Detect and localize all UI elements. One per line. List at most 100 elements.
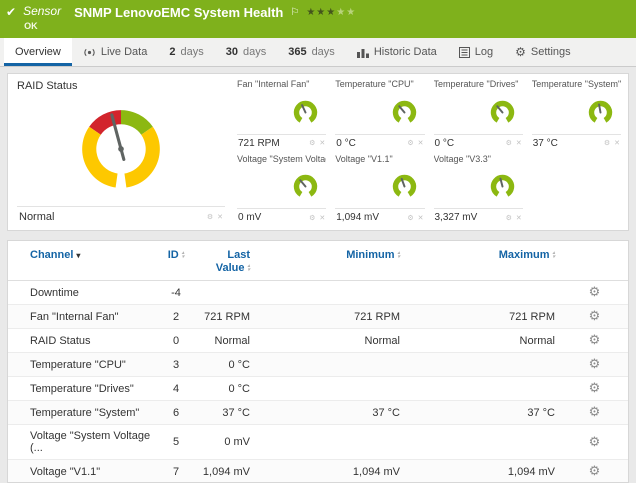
channel-last-value: 0 mV (194, 425, 256, 460)
col-header-minimum[interactable]: Minimum▴▾ (256, 241, 406, 281)
priority-rating[interactable]: ★★★★★ (306, 6, 356, 19)
gear-icon[interactable]: ⚙ (407, 139, 413, 147)
table-row-downtime[interactable]: Downtime -4 ⚙ (8, 281, 628, 305)
channel-settings-gear-icon[interactable]: ⚙ (589, 308, 601, 323)
gauge-title: Voltage "V3.3" (434, 154, 523, 166)
close-icon[interactable]: ✕ (418, 139, 424, 147)
table-row-temp-drives[interactable]: Temperature "Drives" 4 0 °C ⚙ (8, 377, 628, 401)
gear-icon[interactable]: ⚙ (207, 213, 213, 221)
close-icon[interactable]: ✕ (217, 213, 223, 221)
table-row-fan-internal[interactable]: Fan "Internal Fan" 2 721 RPM 721 RPM 721… (8, 305, 628, 329)
gauge-panel-temp-cpu[interactable]: Temperature "CPU" 0 °C ⚙✕ (335, 79, 424, 149)
col-header-maximum[interactable]: Maximum▴▾ (406, 241, 561, 281)
channel-minimum (256, 353, 406, 377)
raid-status-value: Normal (19, 211, 54, 223)
channel-last-value: 1,094 mV (194, 460, 256, 483)
gauge-dial (292, 99, 319, 126)
channel-id: 5 (158, 425, 194, 460)
table-row-raid-status[interactable]: RAID Status 0 Normal Normal Normal ⚙ (8, 329, 628, 353)
gauge-panel-temp-system[interactable]: Temperature "System" 37 °C ⚙✕ (532, 79, 621, 149)
tab-2-days-word: days (180, 46, 203, 58)
sort-icon: ▴▾ (397, 251, 400, 259)
tab-historic-data[interactable]: Historic Data (346, 38, 448, 66)
table-header-row: Channel▾ ID▴▾ Last Value▴▾ Minimum▴▾ Max… (8, 241, 628, 281)
table-row-temp-system[interactable]: Temperature "System" 6 37 °C 37 °C 37 °C… (8, 401, 628, 425)
col-header-channel[interactable]: Channel▾ (8, 241, 158, 281)
gear-icon: ⚙ (515, 46, 526, 58)
channel-name: Fan "Internal Fan" (8, 305, 158, 329)
table-row-voltage-v1-1[interactable]: Voltage "V1.1" 7 1,094 mV 1,094 mV 1,094… (8, 460, 628, 483)
tab-365-days[interactable]: 365 days (277, 38, 346, 66)
gauge-title: Voltage "V1.1" (335, 154, 424, 166)
channel-settings-gear-icon[interactable]: ⚙ (589, 404, 601, 419)
gauge-value: 0 °C (435, 138, 455, 149)
channel-minimum (256, 377, 406, 401)
channel-id: 2 (158, 305, 194, 329)
gauge-dial (489, 173, 516, 200)
channel-settings-gear-icon[interactable]: ⚙ (589, 463, 601, 478)
tab-bar: Overview Live Data 2 days 30 days 365 da… (0, 38, 636, 67)
channel-id: 0 (158, 329, 194, 353)
close-icon[interactable]: ✕ (319, 214, 325, 222)
close-icon[interactable]: ✕ (319, 139, 325, 147)
channel-last-value: Normal (194, 329, 256, 353)
sensor-kind-block: Sensor OK (23, 5, 61, 31)
channel-id: 7 (158, 460, 194, 483)
gauge-panel-voltage-v1-1[interactable]: Voltage "V1.1" 1,094 mV ⚙✕ (335, 154, 424, 224)
close-icon[interactable]: ✕ (418, 214, 424, 222)
flag-icon[interactable]: ⚐ (290, 6, 299, 19)
sensor-kind-label: Sensor (23, 5, 61, 18)
tab-settings[interactable]: ⚙ Settings (504, 38, 582, 66)
channel-name: Voltage "V1.1" (8, 460, 158, 483)
gauge-dial (489, 99, 516, 126)
table-row-voltage-system[interactable]: Voltage "System Voltage (... 5 0 mV ⚙ (8, 425, 628, 460)
gauge-dial (292, 173, 319, 200)
channel-maximum: 721 RPM (406, 305, 561, 329)
gauge-panel-fan-internal[interactable]: Fan "Internal Fan" 721 RPM ⚙✕ (237, 79, 326, 149)
close-icon[interactable]: ✕ (614, 139, 620, 147)
channel-settings-gear-icon[interactable]: ⚙ (589, 356, 601, 371)
channel-settings-gear-icon[interactable]: ⚙ (589, 380, 601, 395)
gear-icon[interactable]: ⚙ (506, 214, 512, 222)
channel-minimum: Normal (256, 329, 406, 353)
gauge-title: Temperature "System" (532, 79, 621, 91)
log-icon (459, 47, 470, 58)
gear-icon[interactable]: ⚙ (309, 214, 315, 222)
channel-settings-gear-icon[interactable]: ⚙ (589, 284, 601, 299)
gear-icon[interactable]: ⚙ (506, 139, 512, 147)
channel-maximum: 1,094 mV (406, 460, 561, 483)
gauge-yellow-segment-left (82, 127, 117, 188)
gauge-footer-icons: ⚙✕ (506, 214, 522, 222)
gauge-panel-voltage-system[interactable]: Voltage "System Voltage (12... 0 mV ⚙✕ (237, 154, 326, 224)
col-header-actions (561, 241, 628, 281)
gear-icon[interactable]: ⚙ (604, 139, 610, 147)
col-header-id[interactable]: ID▴▾ (158, 241, 194, 281)
tab-historic-data-label: Historic Data (374, 46, 437, 58)
channel-settings-gear-icon[interactable]: ⚙ (589, 434, 601, 449)
close-icon[interactable]: ✕ (516, 139, 522, 147)
col-header-last-value[interactable]: Last Value▴▾ (194, 241, 256, 281)
sensor-page: ✔ Sensor OK SNMP LenovoEMC System Health… (0, 0, 636, 483)
table-row-temp-cpu[interactable]: Temperature "CPU" 3 0 °C ⚙ (8, 353, 628, 377)
channel-settings-gear-icon[interactable]: ⚙ (589, 332, 601, 347)
status-badge: OK (23, 21, 61, 31)
tab-live-data[interactable]: Live Data (72, 38, 158, 66)
tab-overview[interactable]: Overview (4, 38, 72, 66)
gauge-dial (391, 99, 418, 126)
gauge-footer-icons: ⚙✕ (506, 139, 522, 147)
gauge-dial (391, 173, 418, 200)
raid-footer-icons: ⚙ ✕ (207, 213, 223, 221)
channel-maximum (406, 377, 561, 401)
stars-filled: ★★★ (306, 7, 336, 18)
gauge-panel-temp-drives[interactable]: Temperature "Drives" 0 °C ⚙✕ (434, 79, 523, 149)
gauge-title: Fan "Internal Fan" (237, 79, 326, 91)
tab-log[interactable]: Log (448, 38, 504, 66)
gear-icon[interactable]: ⚙ (407, 214, 413, 222)
close-icon[interactable]: ✕ (516, 214, 522, 222)
tab-2-days[interactable]: 2 days (158, 38, 214, 66)
gauge-panel-voltage-v3-3[interactable]: Voltage "V3.3" 3,327 mV ⚙✕ (434, 154, 523, 224)
tab-30-days[interactable]: 30 days (215, 38, 278, 66)
tab-2-days-num: 2 (169, 46, 175, 58)
gear-icon[interactable]: ⚙ (309, 139, 315, 147)
tab-settings-label: Settings (531, 46, 571, 58)
